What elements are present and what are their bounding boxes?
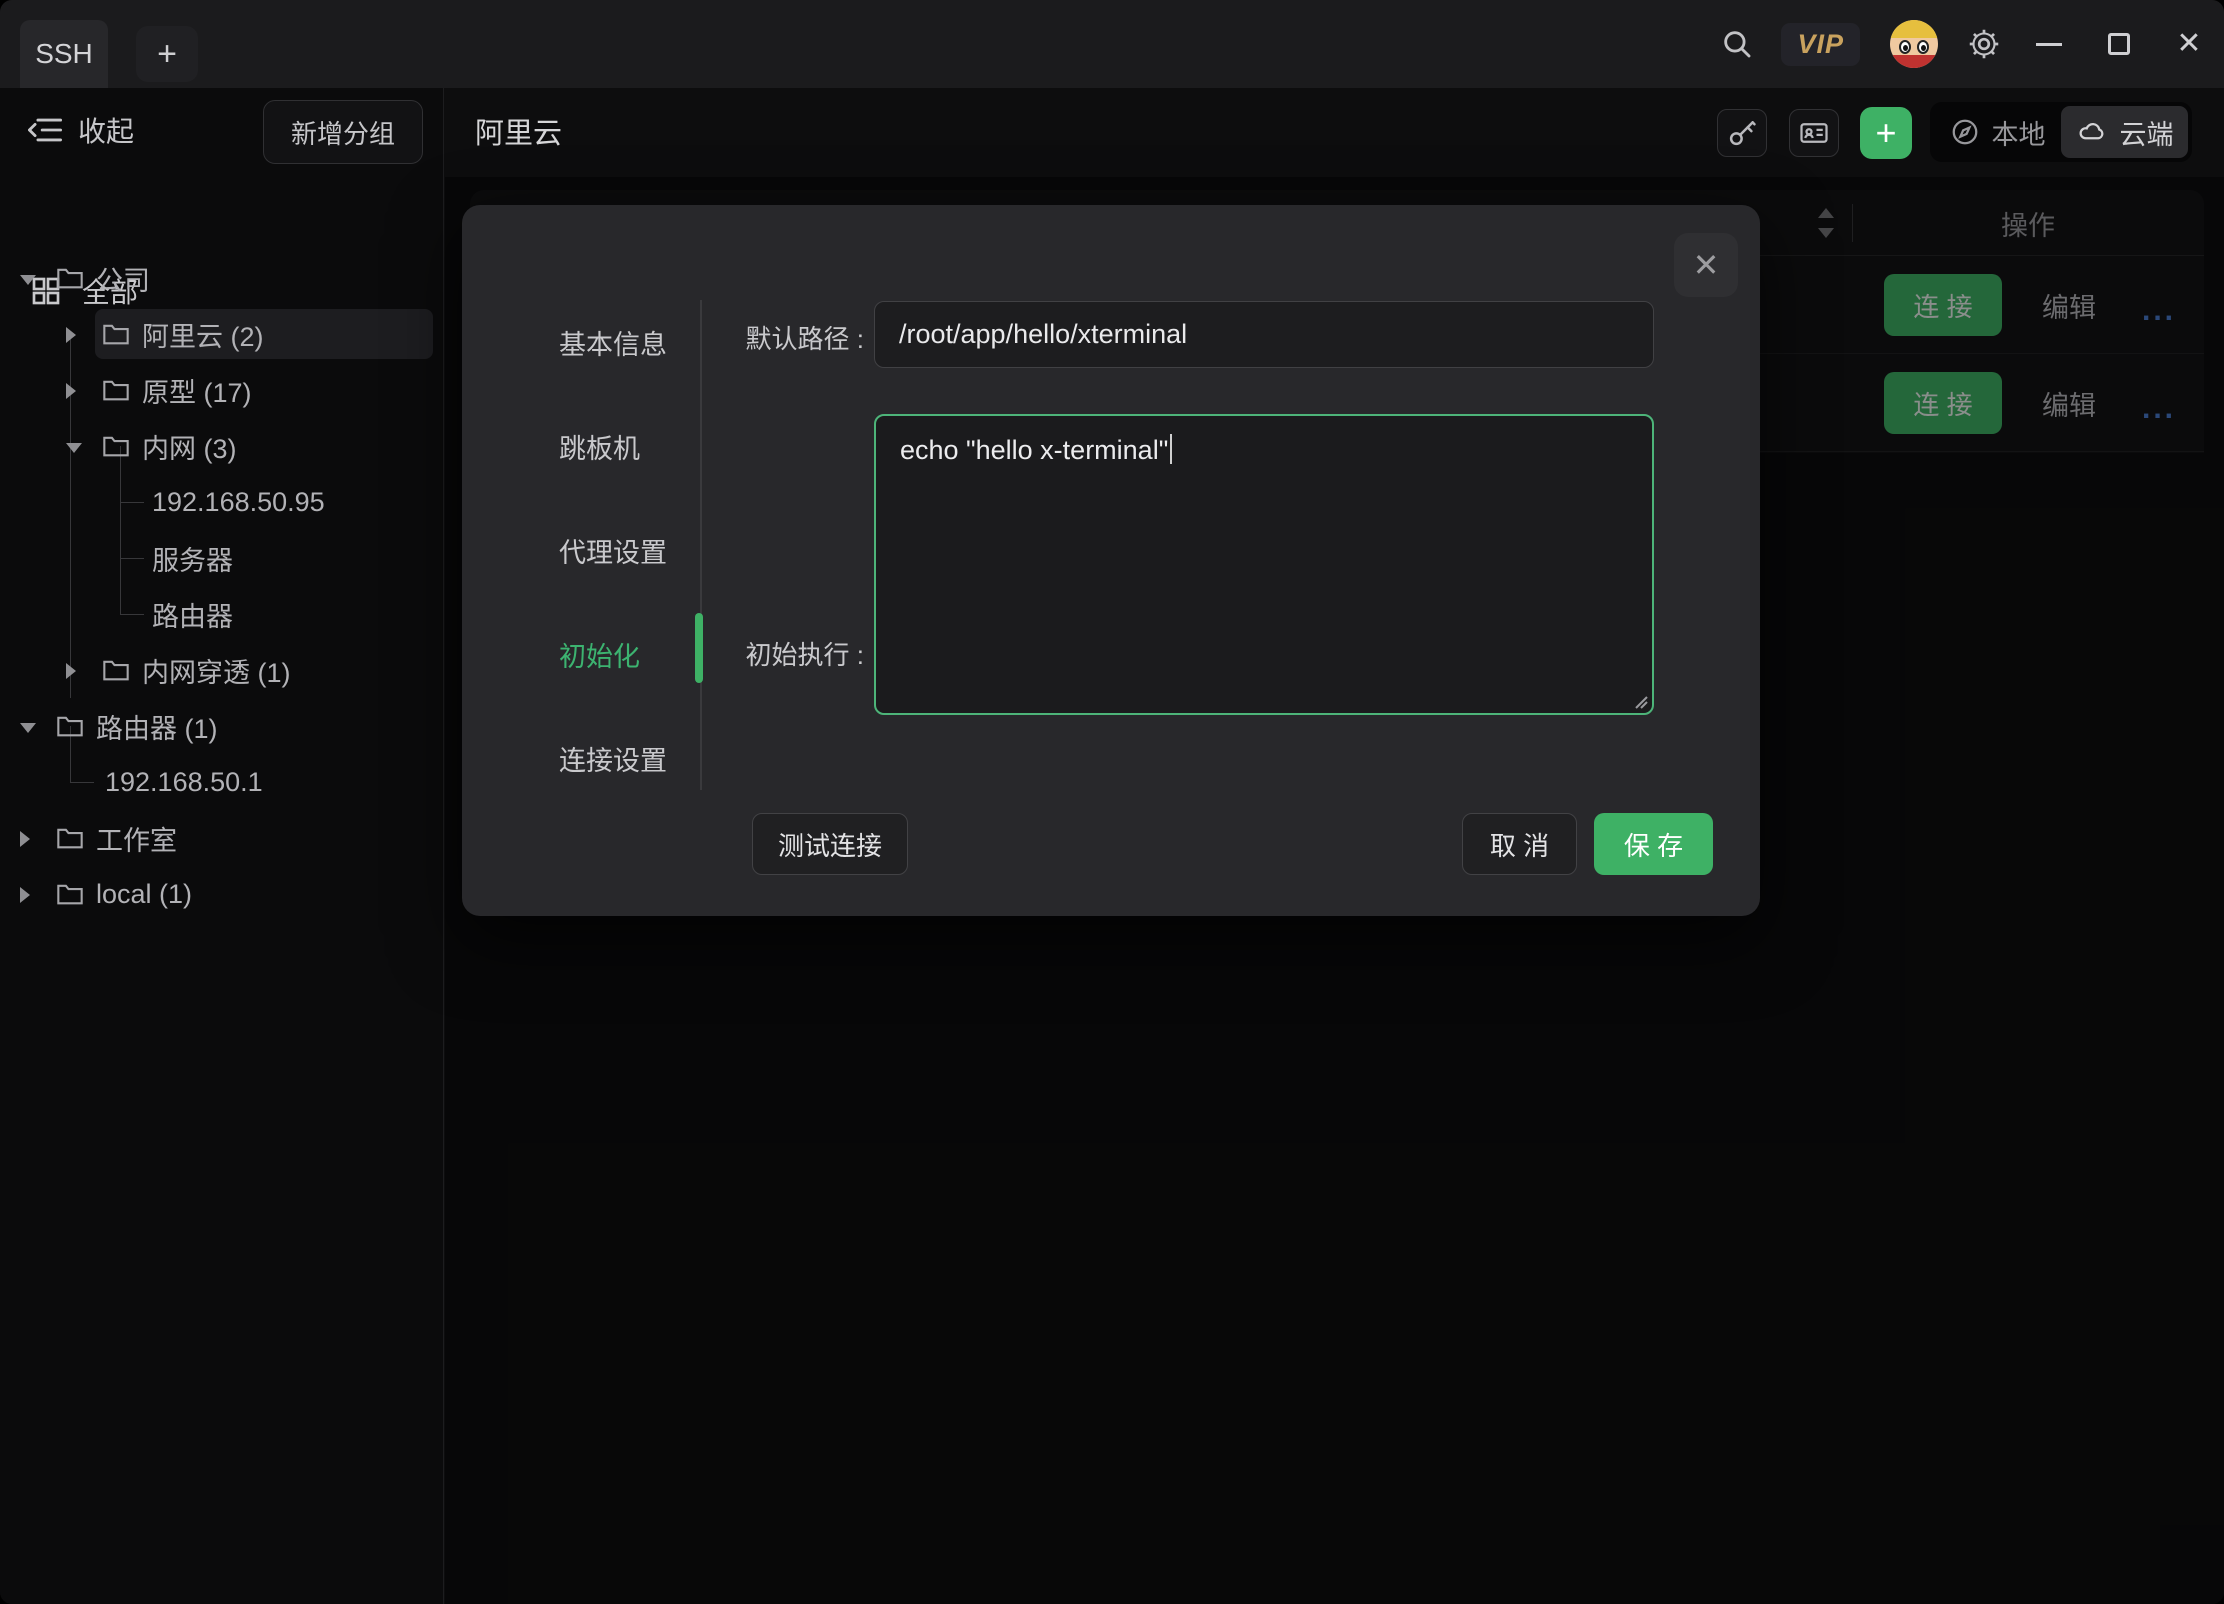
tab-ssh[interactable]: SSH xyxy=(20,20,108,88)
tree-item-aliyun[interactable]: 阿里云 (2) xyxy=(0,306,443,362)
settings-button[interactable] xyxy=(1954,14,2014,74)
caret-right-icon[interactable] xyxy=(66,327,78,341)
tree-item-nat-traversal[interactable]: 内网穿透 (1) xyxy=(0,642,443,698)
folder-icon xyxy=(56,714,84,738)
caret-right-icon[interactable] xyxy=(20,887,32,901)
default-path-input[interactable] xyxy=(874,301,1654,368)
init-exec-label: 初始执行 : xyxy=(702,635,864,672)
search-button[interactable] xyxy=(1707,14,1767,74)
caret-right-icon[interactable] xyxy=(20,831,32,845)
folder-icon xyxy=(56,266,84,290)
init-exec-textarea[interactable]: echo "hello x-terminal" xyxy=(874,414,1654,715)
gear-icon xyxy=(1966,26,2002,62)
titlebar: SSH + VIP xyxy=(0,0,2224,88)
server-tree: 公司 阿里云 (2) 原型 (17) 内网 (3) 192.168.50.95 xyxy=(0,88,443,1604)
tree-item-local[interactable]: local (1) xyxy=(0,866,443,922)
search-icon xyxy=(1720,27,1754,61)
avatar[interactable] xyxy=(1890,20,1938,68)
folder-icon xyxy=(102,322,130,346)
close-button[interactable]: ✕ xyxy=(2154,0,2224,88)
tree-item-192-168-50-1[interactable]: 192.168.50.1 xyxy=(0,754,443,810)
toggle-cloud[interactable]: 云端 xyxy=(2061,106,2188,158)
save-button[interactable]: 保 存 xyxy=(1594,813,1713,875)
tree-item-server[interactable]: 服务器 xyxy=(0,530,443,586)
caret-right-icon[interactable] xyxy=(66,383,78,397)
folder-icon xyxy=(102,378,130,402)
minimize-button[interactable] xyxy=(2014,0,2084,88)
tree-item-prototype[interactable]: 原型 (17) xyxy=(0,362,443,418)
avatar-hair xyxy=(1890,20,1938,38)
folder-icon xyxy=(102,658,130,682)
folder-icon xyxy=(56,882,84,906)
caret-down-icon[interactable] xyxy=(20,271,32,285)
tree-item-router-group[interactable]: 路由器 (1) xyxy=(0,698,443,754)
key-button[interactable] xyxy=(1717,109,1767,157)
cloud-icon xyxy=(2076,117,2108,147)
toggle-local[interactable]: 本地 xyxy=(1934,106,2061,158)
tree-item-company[interactable]: 公司 xyxy=(0,250,443,306)
tab-proxy-settings[interactable]: 代理设置 xyxy=(559,530,689,570)
plus-icon: + xyxy=(1875,112,1896,154)
vip-badge[interactable]: VIP xyxy=(1781,23,1860,66)
app-window: SSH + VIP xyxy=(0,0,2224,1604)
caret-right-icon[interactable] xyxy=(66,663,78,677)
folder-icon xyxy=(102,434,130,458)
maximize-button[interactable] xyxy=(2084,0,2154,88)
tab-initialization[interactable]: 初始化 xyxy=(559,634,689,674)
new-tab-button[interactable]: + xyxy=(136,26,198,82)
tab-connection-settings[interactable]: 连接设置 xyxy=(559,738,689,778)
compass-icon xyxy=(1950,117,1980,147)
tab-jump-host[interactable]: 跳板机 xyxy=(559,426,689,466)
storage-toggle: 本地 云端 xyxy=(1930,102,2192,162)
maximize-icon xyxy=(2108,33,2130,55)
caret-down-icon[interactable] xyxy=(20,719,32,733)
resize-handle-icon[interactable] xyxy=(1632,693,1648,709)
default-path-label: 默认路径 : xyxy=(702,319,864,356)
folder-icon xyxy=(56,826,84,850)
test-connection-button[interactable]: 测试连接 xyxy=(752,813,908,875)
tree-item-studio[interactable]: 工作室 xyxy=(0,810,443,866)
page-title: 阿里云 xyxy=(475,110,562,152)
minimize-icon xyxy=(2036,43,2062,46)
credentials-button[interactable] xyxy=(1789,109,1839,157)
text-cursor xyxy=(1170,434,1172,464)
key-icon xyxy=(1727,118,1757,148)
close-icon: ✕ xyxy=(1693,246,1720,284)
avatar-shirt xyxy=(1890,55,1938,68)
connection-settings-modal: ✕ 基本信息 跳板机 代理设置 初始化 连接设置 默认路径 : 初始执行 : e… xyxy=(462,205,1760,916)
tree-item-intranet[interactable]: 内网 (3) xyxy=(0,418,443,474)
sidebar: 收起 新增分组 全部 公司 xyxy=(0,88,444,1604)
tree-item-192-168-50-95[interactable]: 192.168.50.95 xyxy=(0,474,443,530)
tree-item-router-leaf[interactable]: 路由器 xyxy=(0,586,443,642)
cancel-button[interactable]: 取 消 xyxy=(1462,813,1577,875)
caret-down-icon[interactable] xyxy=(66,439,78,453)
modal-close-button[interactable]: ✕ xyxy=(1674,233,1738,297)
tab-ssh-label: SSH xyxy=(35,38,93,70)
tab-basic-info[interactable]: 基本信息 xyxy=(559,322,689,362)
plus-icon: + xyxy=(157,35,177,74)
idcard-icon xyxy=(1799,118,1829,148)
close-icon: ✕ xyxy=(2176,29,2201,59)
add-connection-button[interactable]: + xyxy=(1860,107,1912,159)
